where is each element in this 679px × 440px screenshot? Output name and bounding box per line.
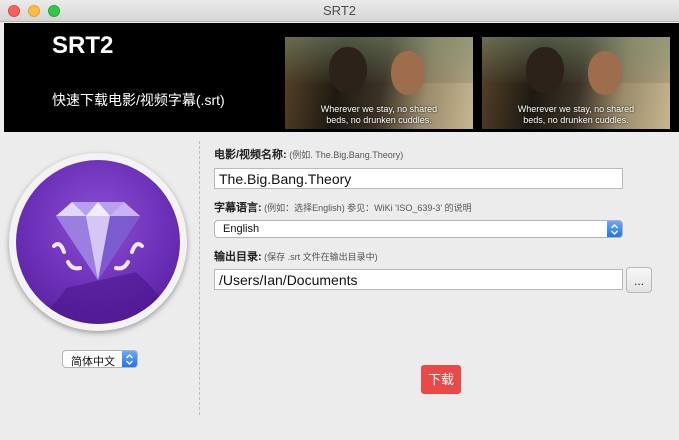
subtitle-language-select[interactable]: English xyxy=(214,220,623,238)
preview-image-2: Wherever we stay, no shared beds, no dru… xyxy=(482,37,670,129)
diamond-icon xyxy=(16,160,180,324)
header-banner: SRT2 快速下载电影/视频字幕(.srt) Wherever we stay,… xyxy=(4,23,679,132)
browse-button[interactable]: ... xyxy=(626,267,652,293)
title-bar: SRT2 xyxy=(0,0,679,22)
window-title: SRT2 xyxy=(323,3,356,18)
subtitle-language-label: 字幕语言: (例如：选择English) 参见：WiKi 'ISO_639-3'… xyxy=(214,202,472,214)
ui-language-select[interactable]: 简体中文 xyxy=(62,350,138,368)
title-input[interactable]: The.Big.Bang.Theory xyxy=(214,168,623,189)
preview-image-1: Wherever we stay, no shared beds, no dru… xyxy=(285,37,473,129)
app-name: SRT2 xyxy=(52,32,114,59)
preview-caption: Wherever we stay, no shared beds, no dru… xyxy=(320,104,438,125)
download-button[interactable]: 下载 xyxy=(421,365,461,394)
title-field-label: 电影/视频名称: (例如. The.Big.Bang.Theory) xyxy=(214,149,404,161)
select-arrows-icon xyxy=(607,221,622,237)
select-arrows-icon xyxy=(122,351,137,367)
preview-caption: Wherever we stay, no shared beds, no dru… xyxy=(517,104,635,125)
panel-divider xyxy=(199,141,200,415)
output-dir-label: 输出目录: (保存 .srt 文件在输出目录中) xyxy=(214,251,378,263)
app-subtitle: 快速下载电影/视频字幕(.srt) xyxy=(52,92,225,108)
app-logo xyxy=(9,153,187,331)
output-dir-input[interactable]: /Users/Ian/Documents xyxy=(214,269,623,290)
